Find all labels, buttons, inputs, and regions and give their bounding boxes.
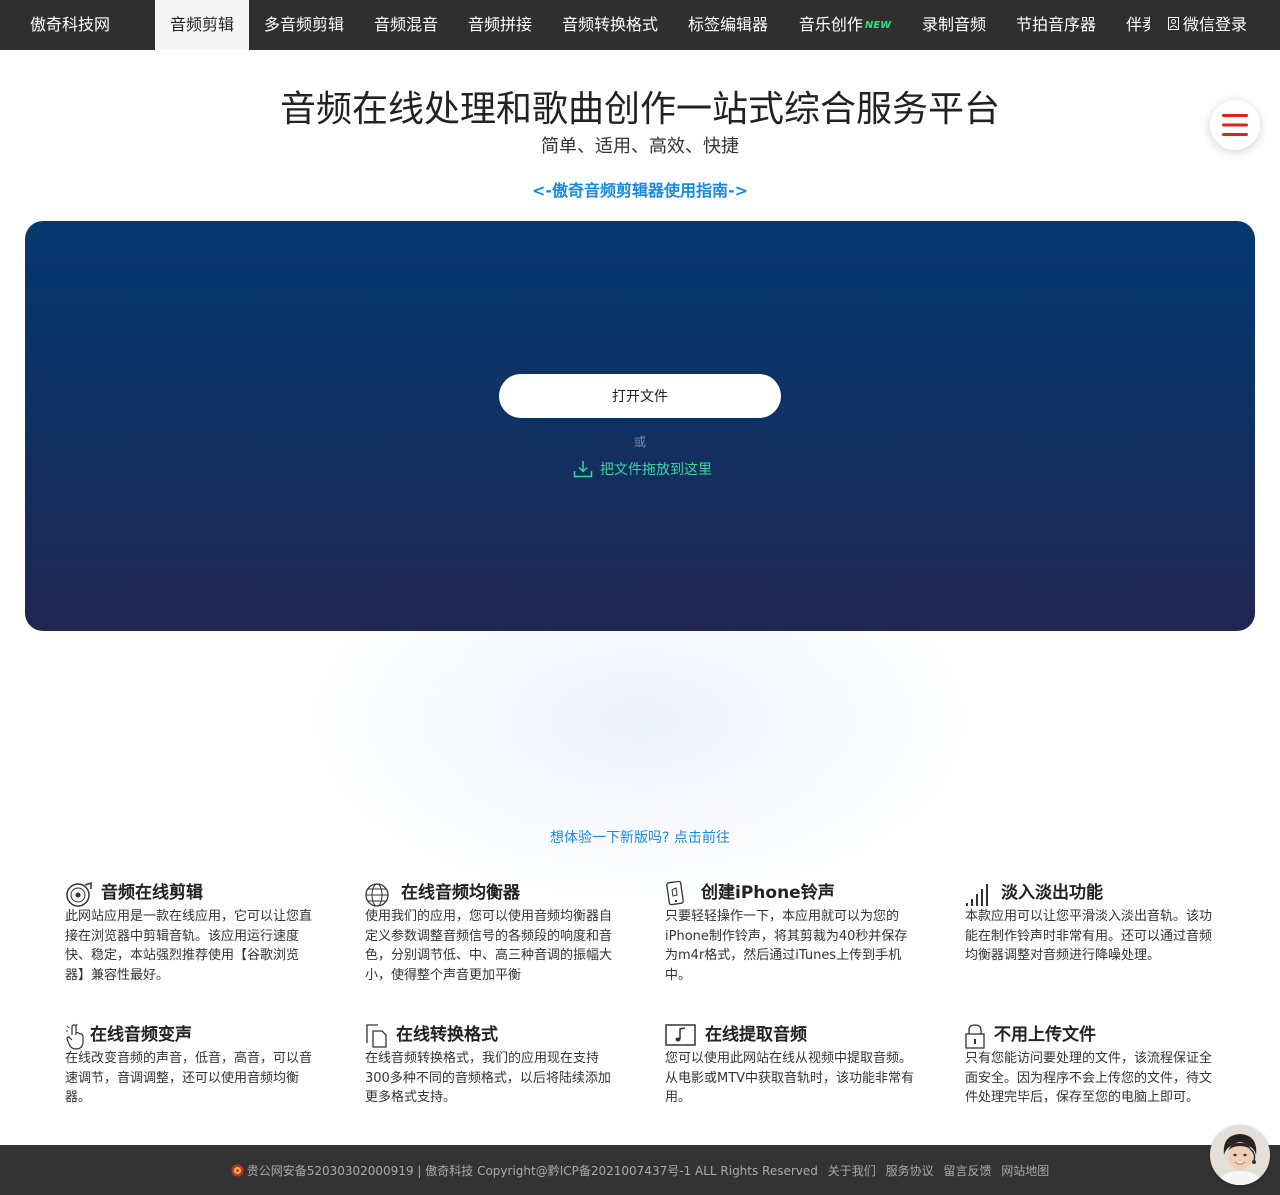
feature-title: 在线音频变声 <box>90 1025 192 1045</box>
footer: 贵公网安备52030302000919 | 傲奇科技 Copyright@黔IC… <box>0 1145 1280 1195</box>
feature-description: 在线音频转换格式，我们的应用现在支持300多种不同的音频格式，以后将陆续添加更多… <box>365 1051 611 1105</box>
new-badge: NEW <box>864 20 892 31</box>
nav-item-label: 音乐创作 <box>798 15 863 34</box>
drop-file-text: 把文件拖放到这里 <box>600 462 712 478</box>
usage-guide-link[interactable]: <-傲奇音频剪辑器使用指南-> <box>0 177 1280 201</box>
feature-title: 淡入淡出功能 <box>1001 883 1103 903</box>
feature-title: 创建iPhone铃声 <box>701 883 835 903</box>
feature-title: 不用上传文件 <box>994 1025 1096 1045</box>
site-brand[interactable]: 傲奇科技网 <box>30 0 110 50</box>
new-version-link[interactable]: 想体验一下新版吗? 点击前往 <box>0 827 1280 847</box>
nav-item-music-creation[interactable]: 音乐创作 NEW <box>783 0 907 50</box>
page-subtitle: 简单、适用、高效、快捷 <box>541 136 739 157</box>
phone-icon <box>666 881 684 906</box>
padlock-icon <box>965 1024 985 1049</box>
nav-item-tag-editor[interactable]: 标签编辑器 <box>673 0 783 50</box>
customer-service-avatar[interactable] <box>1210 1125 1270 1185</box>
nav-item-label: 音频剪辑 <box>169 15 234 34</box>
page-title: 音频在线处理和歌曲创作一站式综合服务平台 <box>279 89 1000 130</box>
footer-link-feedback[interactable]: 留言反馈 <box>943 1164 991 1178</box>
footer-link-about[interactable]: 关于我们 <box>828 1164 876 1178</box>
hamburger-icon <box>1222 114 1248 136</box>
feature-description: 此网站应用是一款在线应用，它可以让您直接在浏览器中剪辑音轨。该应用运行速度快、稳… <box>65 909 313 983</box>
menu-button[interactable] <box>1210 100 1260 150</box>
nav-item-multi-audio-cut[interactable]: 多音频剪辑 <box>249 0 359 50</box>
copyright-text: | 傲奇科技 Copyright@黔ICP备2021007437号-1 ALL … <box>413 1164 818 1178</box>
nav-item-label: 标签编辑器 <box>687 15 768 34</box>
copy-files-icon <box>366 1024 387 1048</box>
feature-description: 使用我们的应用，您可以使用音频均衡器自定义参数调整音频信号的各频段的响度和音色，… <box>365 909 613 983</box>
feature-title: 在线提取音频 <box>705 1025 807 1045</box>
upload-panel[interactable]: 打开文件 或 把文件拖放到这里 <box>25 221 1255 631</box>
feature-description: 本款应用可以让您平滑淡入淡出音轨。该功能在制作铃声时非常有用。还可以通过音频均衡… <box>965 909 1213 963</box>
feature-description: 只有您能访问要处理的文件，该流程保证全面安全。因为程序不会上传您的文件，待文件处… <box>965 1051 1213 1105</box>
drop-file-zone[interactable]: 把文件拖放到这里 <box>573 458 713 480</box>
avatar-icon <box>1210 1125 1270 1185</box>
nav-item-beat-sequencer[interactable]: 节拍音序器 <box>1001 0 1111 50</box>
police-record-number[interactable]: 贵公网安备52030302000919 <box>247 1164 414 1178</box>
nav-item-label: 节拍音序器 <box>1015 15 1096 34</box>
feature-title: 在线音频均衡器 <box>401 883 520 903</box>
nav-item-audio-mix[interactable]: 音频混音 <box>359 0 453 50</box>
user-icon <box>1168 17 1179 30</box>
nav-item-label: 音频混音 <box>373 15 438 34</box>
footer-link-sitemap[interactable]: 网站地图 <box>1001 1164 1049 1178</box>
open-file-button[interactable]: 打开文件 <box>499 374 781 418</box>
nav-item-audio-join[interactable]: 音频拼接 <box>453 0 547 50</box>
top-navigation: 傲奇科技网 音频剪辑 多音频剪辑 音频混音 音频拼接 音频转换格式 标签编辑器 … <box>0 0 1280 50</box>
hand-pointer-icon <box>66 1023 84 1050</box>
feature-title: 在线转换格式 <box>396 1025 498 1045</box>
signal-bars-icon <box>966 884 988 906</box>
feature-title: 音频在线剪辑 <box>101 883 203 903</box>
or-separator: 或 <box>633 435 646 449</box>
music-note-icon <box>665 1024 696 1046</box>
feature-description: 在线改变音频的声音，低音，高音，可以音速调节，音调调整，还可以使用音频均衡器。 <box>65 1051 313 1105</box>
nav-item-label: 音频转换格式 <box>561 15 658 34</box>
police-badge-icon <box>231 1164 244 1177</box>
nav-item-audio-convert[interactable]: 音频转换格式 <box>547 0 673 50</box>
nav-item-label: 音频拼接 <box>467 15 532 34</box>
nav-item-audio-cut[interactable]: 音频剪辑 <box>155 0 249 50</box>
feature-description: 您可以使用此网站在线从视频中提取音频。从电影或MTV中获取音轨时，该功能非常有用… <box>665 1051 915 1105</box>
nav-item-label: 录制音频 <box>921 15 986 34</box>
nav-item-label: 多音频剪辑 <box>263 15 344 34</box>
globe-icon <box>365 883 389 907</box>
wechat-login-button[interactable]: 微信登录 <box>1150 0 1280 50</box>
download-icon <box>573 461 593 478</box>
footer-link-service-agreement[interactable]: 服务协议 <box>886 1164 934 1178</box>
vinyl-record-icon <box>66 881 92 907</box>
feature-description: 只要轻轻操作一下，本应用就可以为您的iPhone制作铃声，将其剪裁为40秒并保存… <box>665 909 908 983</box>
nav-item-record-audio[interactable]: 录制音频 <box>907 0 1001 50</box>
login-label: 微信登录 <box>1183 15 1248 34</box>
